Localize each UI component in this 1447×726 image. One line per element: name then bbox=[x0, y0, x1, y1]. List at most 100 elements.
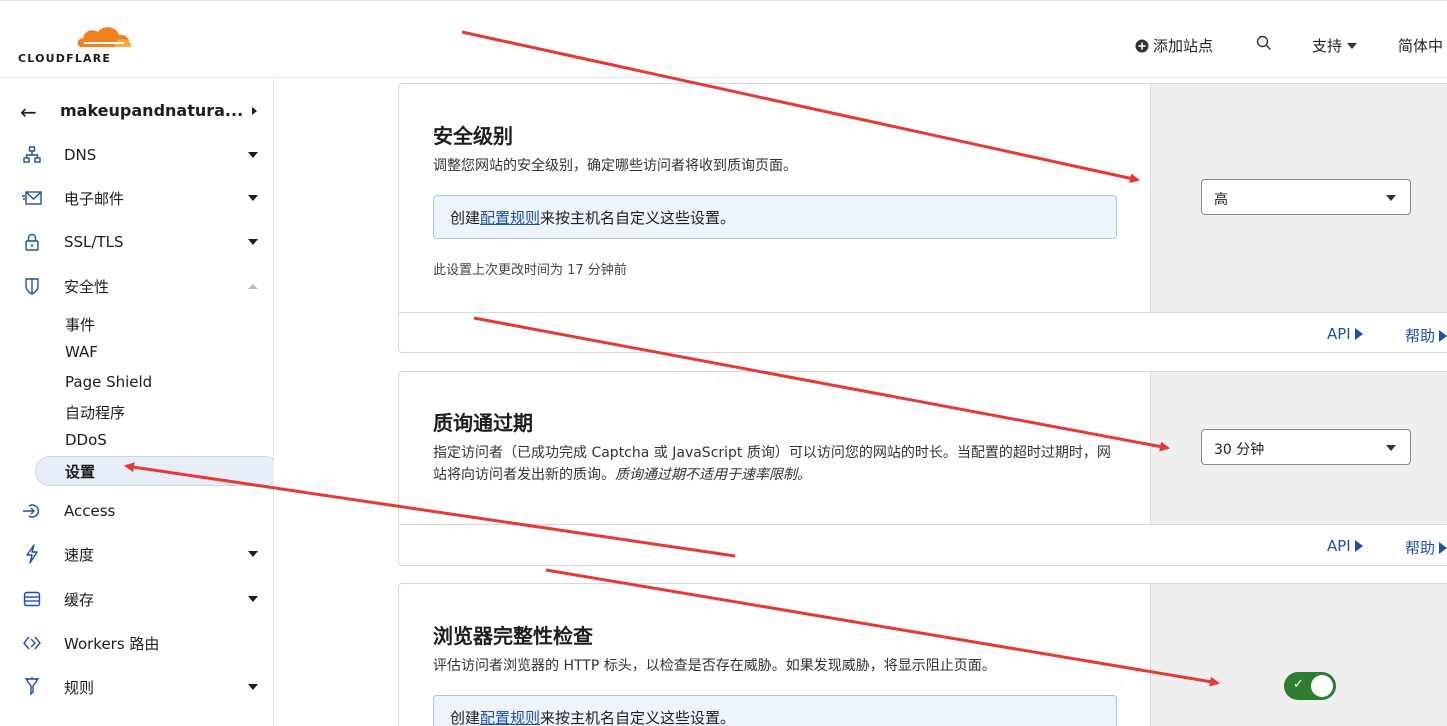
sidebar-item-label: 规则 bbox=[64, 678, 95, 697]
caret-down-icon bbox=[1386, 445, 1396, 451]
card-title: 安全级别 bbox=[433, 124, 513, 148]
notice-prefix: 创建 bbox=[450, 709, 481, 726]
sidebar-item-label: 安全性 bbox=[64, 277, 110, 296]
sidebar-item-cache[interactable]: 缓存 bbox=[0, 582, 273, 616]
language-menu[interactable]: 简体中 bbox=[1398, 35, 1443, 56]
challenge-passage-card: 质询通过期 指定访问者（已成功完成 Captcha 或 JavaScript 质… bbox=[398, 371, 1447, 566]
config-rules-link[interactable]: 配置规则 bbox=[480, 709, 540, 726]
select-value: 高 bbox=[1214, 192, 1228, 208]
help-label: 帮助 bbox=[1405, 327, 1436, 345]
chevron-right-icon bbox=[252, 107, 257, 115]
notice-suffix: 来按主机名自定义这些设置。 bbox=[540, 709, 736, 726]
sidebar-item-rules[interactable]: 规则 bbox=[0, 670, 273, 704]
sidebar-item-label: DNS bbox=[64, 146, 97, 164]
caret-down-icon bbox=[248, 596, 258, 602]
cloudflare-logo[interactable]: CLOUDFLARE bbox=[18, 23, 134, 65]
zone-name: makeupandnatura... bbox=[60, 101, 244, 120]
card-body: 安全级别 调整您网站的安全级别，确定哪些访问者将收到质询页面。 创建配置规则来按… bbox=[399, 84, 1150, 312]
select-value: 30 分钟 bbox=[1214, 442, 1265, 458]
zone-selector[interactable]: ← makeupandnatura... bbox=[0, 94, 273, 128]
cloud-icon bbox=[77, 27, 132, 47]
caret-up-icon bbox=[248, 283, 258, 289]
sidebar-sub-page-shield[interactable]: Page Shield bbox=[65, 373, 152, 391]
sidebar: ← makeupandnatura... DNS 电子邮件 SSL/TLS 安全… bbox=[0, 78, 280, 726]
config-rule-notice: 创建配置规则来按主机名自定义这些设置。 bbox=[433, 195, 1117, 239]
browser-integrity-toggle[interactable]: ✓ bbox=[1284, 672, 1336, 700]
config-rules-link[interactable]: 配置规则 bbox=[480, 209, 540, 227]
sidebar-item-label: SSL/TLS bbox=[64, 233, 124, 251]
search-button[interactable] bbox=[1256, 35, 1272, 51]
add-site-button[interactable]: 添加站点 bbox=[1135, 35, 1213, 56]
description-note: 质询通过期不适用于速率限制。 bbox=[615, 467, 811, 483]
lightning-icon bbox=[22, 544, 42, 564]
caret-down-icon bbox=[248, 684, 258, 690]
triangle-right-icon bbox=[1439, 541, 1447, 554]
sidebar-sub-settings-label: 设置 bbox=[65, 463, 96, 481]
caret-down-icon bbox=[1386, 195, 1396, 201]
card-description: 指定访问者（已成功完成 Captcha 或 JavaScript 质询）可以访问… bbox=[433, 442, 1113, 486]
toggle-knob bbox=[1311, 675, 1333, 697]
sidebar-item-label: 速度 bbox=[64, 545, 95, 564]
rules-icon bbox=[22, 677, 42, 697]
caret-down-icon bbox=[1347, 42, 1358, 49]
config-rule-notice: 创建配置规则来按主机名自定义这些设置。 bbox=[433, 695, 1117, 726]
sidebar-sub-settings[interactable]: 设置 bbox=[35, 456, 280, 486]
browser-integrity-card: 浏览器完整性检查 评估访问者浏览器的 HTTP 标头，以检查是否存在威胁。如果发… bbox=[398, 583, 1447, 726]
sidebar-sub-waf[interactable]: WAF bbox=[65, 343, 98, 361]
last-changed-text: 此设置上次更改时间为 17 分钟前 bbox=[433, 263, 627, 278]
sidebar-item-access[interactable]: Access bbox=[0, 494, 273, 528]
sidebar-sub-bots[interactable]: 自动程序 bbox=[65, 402, 125, 423]
sidebar-item-security[interactable]: 安全性 bbox=[0, 269, 273, 303]
challenge-passage-select[interactable]: 30 分钟 bbox=[1201, 429, 1411, 465]
sidebar-item-dns[interactable]: DNS bbox=[0, 138, 273, 172]
sidebar-sub-events[interactable]: 事件 bbox=[65, 314, 95, 335]
add-site-label: 添加站点 bbox=[1153, 37, 1214, 55]
main-content: 安全级别 调整您网站的安全级别，确定哪些访问者将收到质询页面。 创建配置规则来按… bbox=[274, 79, 1447, 726]
sidebar-item-ssl-tls[interactable]: SSL/TLS bbox=[0, 225, 273, 259]
sidebar-item-workers-routes[interactable]: Workers 路由 bbox=[0, 626, 273, 660]
help-link[interactable]: 帮助 bbox=[1405, 537, 1447, 558]
search-icon bbox=[1256, 35, 1271, 50]
workers-icon bbox=[22, 633, 42, 653]
sidebar-item-email[interactable]: 电子邮件 bbox=[0, 181, 273, 215]
card-title: 质询通过期 bbox=[433, 411, 533, 435]
top-bar: CLOUDFLARE 添加站点 支持 简体中 bbox=[0, 0, 1447, 78]
api-label: API bbox=[1327, 537, 1351, 555]
api-link[interactable]: API bbox=[1327, 325, 1363, 343]
help-link[interactable]: 帮助 bbox=[1405, 325, 1447, 346]
sidebar-item-label: Access bbox=[64, 502, 116, 520]
triangle-right-icon bbox=[1354, 540, 1363, 552]
caret-down-icon bbox=[248, 195, 258, 201]
triangle-right-icon bbox=[1354, 328, 1363, 340]
language-label: 简体中 bbox=[1398, 37, 1444, 55]
api-link[interactable]: API bbox=[1327, 537, 1363, 555]
brand-wordmark: CLOUDFLARE bbox=[18, 52, 112, 65]
cache-icon bbox=[22, 589, 42, 609]
card-control-panel bbox=[1150, 584, 1447, 726]
card-body: 质询通过期 指定访问者（已成功完成 Captcha 或 JavaScript 质… bbox=[399, 372, 1150, 524]
card-footer: API 帮助 bbox=[399, 524, 1447, 565]
security-level-select[interactable]: 高 bbox=[1201, 179, 1411, 215]
lock-icon bbox=[22, 232, 42, 252]
notice-prefix: 创建 bbox=[450, 209, 481, 227]
shield-icon bbox=[22, 276, 42, 296]
plus-circle-icon bbox=[1135, 39, 1149, 52]
sidebar-item-speed[interactable]: 速度 bbox=[0, 537, 273, 571]
sidebar-sub-ddos[interactable]: DDoS bbox=[65, 431, 107, 449]
sidebar-item-label: 缓存 bbox=[64, 590, 95, 609]
support-menu[interactable]: 支持 bbox=[1312, 35, 1358, 56]
dns-icon bbox=[22, 145, 42, 165]
caret-down-icon bbox=[248, 152, 258, 158]
back-arrow-icon[interactable]: ← bbox=[20, 100, 37, 124]
help-label: 帮助 bbox=[1405, 539, 1436, 557]
email-icon bbox=[22, 188, 42, 208]
caret-down-icon bbox=[248, 239, 258, 245]
sidebar-item-label: Workers 路由 bbox=[64, 634, 160, 653]
caret-down-icon bbox=[248, 551, 258, 557]
card-title: 浏览器完整性检查 bbox=[433, 624, 593, 648]
card-footer: API 帮助 bbox=[399, 312, 1447, 352]
notice-suffix: 来按主机名自定义这些设置。 bbox=[540, 209, 736, 227]
checkmark-icon: ✓ bbox=[1293, 677, 1304, 692]
access-icon bbox=[22, 501, 42, 521]
security-level-card: 安全级别 调整您网站的安全级别，确定哪些访问者将收到质询页面。 创建配置规则来按… bbox=[398, 83, 1447, 353]
